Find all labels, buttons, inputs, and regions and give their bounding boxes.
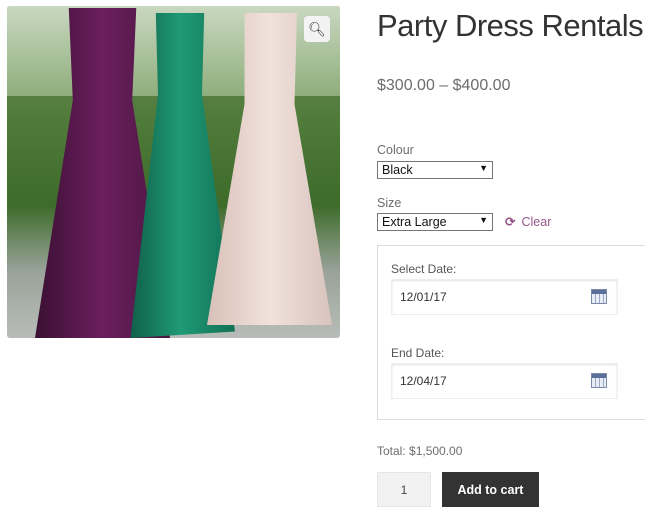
- size-select[interactable]: Extra Large ▼: [377, 213, 493, 231]
- size-value: Extra Large: [382, 215, 447, 229]
- end-date-input[interactable]: 12/04/17: [391, 363, 618, 399]
- colour-label: Colour: [377, 143, 414, 157]
- colour-select[interactable]: Black ▼: [377, 161, 493, 179]
- add-to-cart-button[interactable]: Add to cart: [442, 472, 539, 507]
- dropdown-arrow-icon: ▼: [479, 215, 488, 225]
- refresh-icon: ⟳: [505, 215, 516, 229]
- product-title: Party Dress Rentals: [377, 8, 644, 43]
- start-date-value: 12/01/17: [400, 290, 447, 304]
- magnifier-icon: 🔍︎: [308, 20, 326, 37]
- dropdown-arrow-icon: ▼: [479, 163, 488, 173]
- booking-box: Select Date: 12/01/17 End Date: 12/04/17: [377, 245, 645, 420]
- colour-value: Black: [382, 163, 413, 177]
- calendar-icon[interactable]: [591, 289, 607, 304]
- clear-link[interactable]: ⟳ Clear: [505, 214, 552, 230]
- clear-label: Clear: [521, 214, 552, 229]
- start-date-input[interactable]: 12/01/17: [391, 279, 618, 315]
- product-image[interactable]: 🔍︎: [7, 6, 340, 338]
- size-label: Size: [377, 196, 402, 210]
- end-date-label: End Date:: [391, 346, 445, 360]
- zoom-button[interactable]: 🔍︎: [304, 16, 330, 42]
- calendar-icon[interactable]: [591, 373, 607, 388]
- end-date-value: 12/04/17: [400, 374, 447, 388]
- start-date-label: Select Date:: [391, 262, 457, 276]
- quantity-input[interactable]: 1: [377, 472, 431, 507]
- price-range: $300.00 – $400.00: [377, 77, 511, 94]
- total-price: Total: $1,500.00: [377, 444, 463, 458]
